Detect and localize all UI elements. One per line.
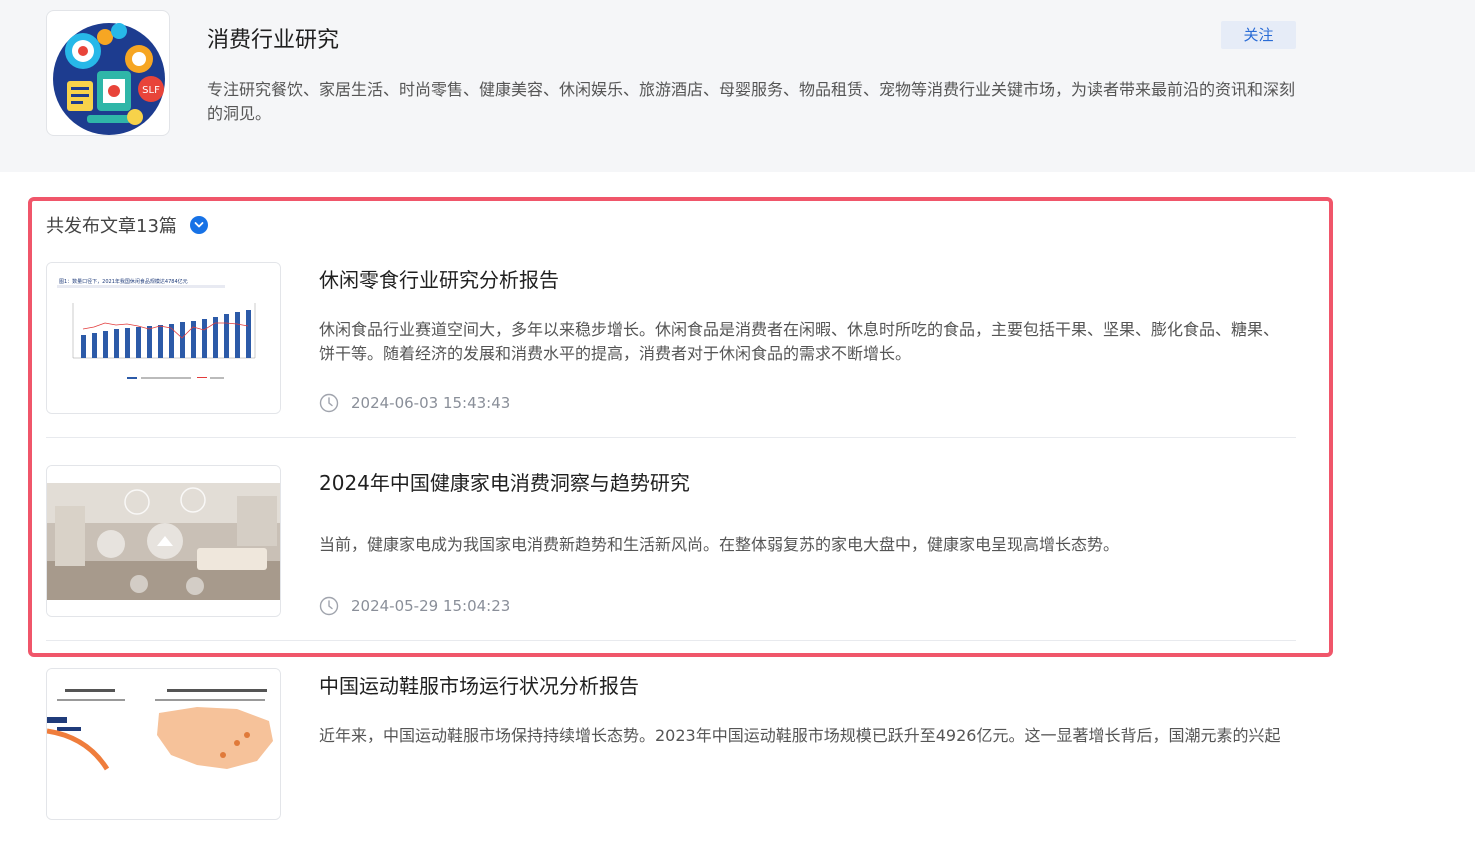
article-item: 中国运动鞋服市场运行状况分析报告 近年来，中国运动鞋服市场保持持续增长态势。20… (46, 668, 1296, 844)
article-time: 2024-05-29 15:04:23 (319, 596, 510, 616)
follow-button[interactable]: 关注 (1221, 21, 1296, 49)
clock-icon (319, 596, 339, 616)
article-time-text: 2024-06-03 15:43:43 (351, 394, 511, 412)
article-count: 共发布文章13篇 (46, 216, 177, 237)
chevron-down-icon[interactable] (189, 216, 208, 234)
article-title[interactable]: 2024年中国健康家电消费洞察与趋势研究 (319, 467, 690, 496)
article-item: 图1：数量口径下，2021年我国休闲食品规模达4784亿元 休闲零食行业研究分析… (46, 262, 1296, 438)
article-count-row: 共发布文章13篇 (46, 212, 208, 238)
article-title[interactable]: 休闲零食行业研究分析报告 (319, 264, 559, 293)
article-summary: 当前，健康家电成为我国家电消费新趋势和生活新风尚。在整体弱复苏的家电大盘中，健康… (319, 535, 1120, 554)
divider (46, 437, 1296, 438)
article-title[interactable]: 中国运动鞋服市场运行状况分析报告 (319, 670, 639, 699)
article-thumbnail[interactable]: 图1：数量口径下，2021年我国休闲食品规模达4784亿元 (46, 262, 281, 414)
article-thumbnail[interactable] (46, 465, 281, 617)
article-time: 2024-06-03 15:43:43 (319, 393, 510, 413)
article-time-text: 2024-05-29 15:04:23 (351, 597, 511, 615)
svg-text:图1：数量口径下，2021年我国休闲食品规模达4784亿元: 图1：数量口径下，2021年我国休闲食品规模达4784亿元 (59, 278, 188, 285)
article-thumbnail[interactable] (46, 668, 281, 820)
clock-icon (319, 393, 339, 413)
channel-header: SLF 消费行业研究 专注研究餐饮、家居生活、时尚零售、健康美容、休闲娱乐、旅游… (0, 0, 1475, 172)
page-title: 消费行业研究 (207, 28, 340, 53)
channel-description: 专注研究餐饮、家居生活、时尚零售、健康美容、休闲娱乐、旅游酒店、母婴服务、物品租… (207, 80, 1296, 123)
article-summary: 休闲食品行业赛道空间大，多年以来稳步增长。休闲食品是消费者在闲暇、休息时所吃的食… (319, 320, 1280, 363)
svg-text:SLF: SLF (142, 85, 160, 96)
article-summary: 近年来，中国运动鞋服市场保持持续增长态势。2023年中国运动鞋服市场规模已跃升至… (319, 726, 1281, 745)
channel-logo: SLF (46, 10, 170, 136)
article-item: 2024年中国健康家电消费洞察与趋势研究 当前，健康家电成为我国家电消费新趋势和… (46, 465, 1296, 641)
divider (46, 640, 1296, 641)
